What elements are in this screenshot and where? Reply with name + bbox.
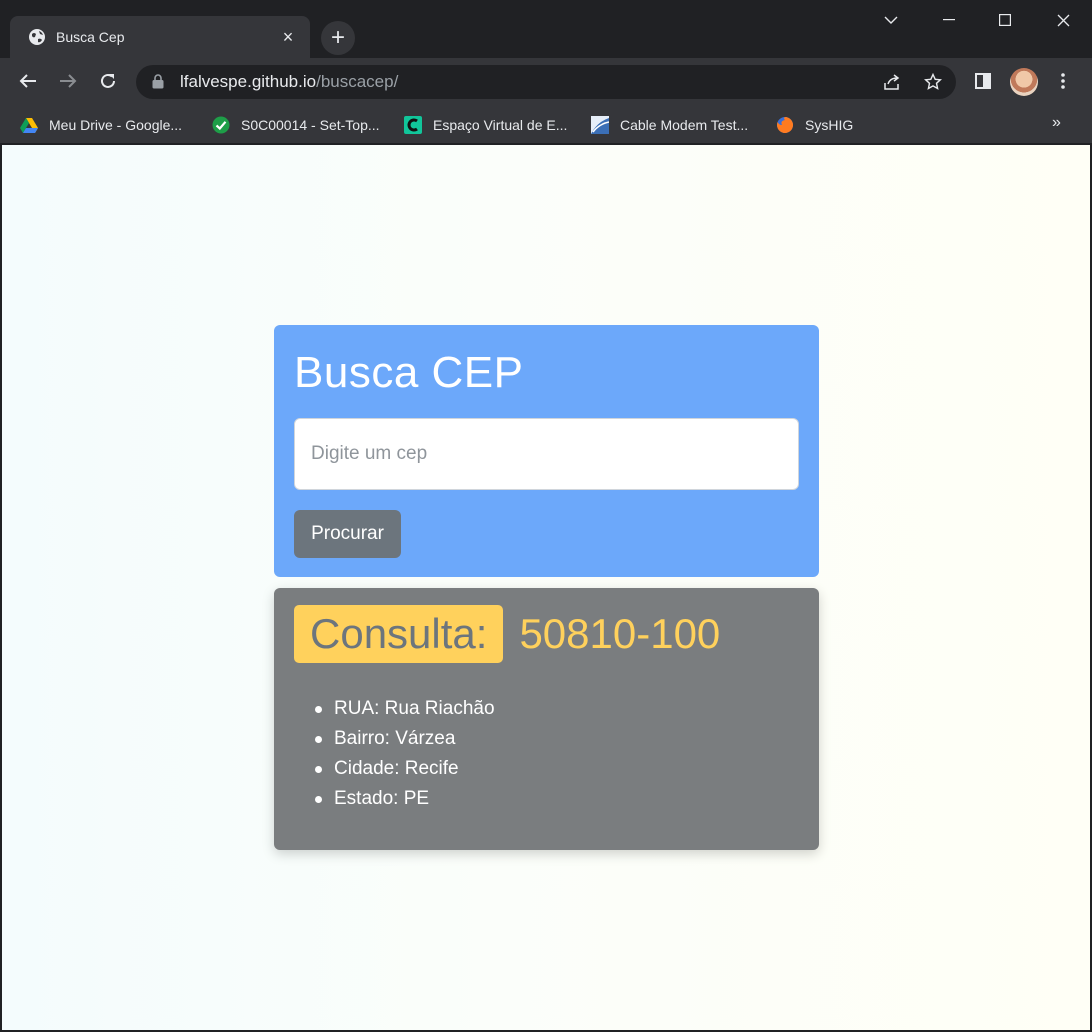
close-tab-icon[interactable]: × xyxy=(278,28,298,46)
search-card: Busca CEP Procurar xyxy=(274,325,819,577)
cable-modem-icon xyxy=(591,116,609,134)
check-circle-icon xyxy=(212,116,230,134)
url-path: /buscacep/ xyxy=(316,72,399,91)
side-panel-icon[interactable] xyxy=(967,65,999,97)
cep-input[interactable] xyxy=(294,418,799,490)
lock-icon[interactable] xyxy=(152,74,166,90)
bookmark-item[interactable]: Meu Drive - Google... xyxy=(20,112,182,138)
forward-icon[interactable] xyxy=(52,65,84,97)
list-item-bairro: Bairro: Várzea xyxy=(315,724,799,754)
page-title: Busca CEP xyxy=(294,348,524,397)
address-bar[interactable]: lfalvespe.github.io/buscacep/ xyxy=(136,65,956,99)
list-item-rua: RUA: Rua Riachão xyxy=(315,694,799,724)
browser-titlebar: Busca Cep × + xyxy=(0,0,1092,58)
reload-icon[interactable] xyxy=(92,65,124,97)
share-icon[interactable] xyxy=(876,66,908,98)
url-domain: lfalvespe.github.io xyxy=(180,72,317,91)
cep-result-value: 50810-100 xyxy=(519,610,721,657)
bookmark-item[interactable]: Cable Modem Test... xyxy=(591,112,748,138)
browser-tab[interactable]: Busca Cep × xyxy=(10,16,310,58)
bookmark-item[interactable]: S0C00014 - Set-Top... xyxy=(212,112,380,138)
bookmark-label: Espaço Virtual de E... xyxy=(433,117,568,133)
page-content: Busca CEP Procurar Consulta: 50810-100 R… xyxy=(2,145,1090,1030)
tab-title: Busca Cep xyxy=(56,29,125,45)
profile-avatar[interactable] xyxy=(1010,68,1038,96)
bookmark-label: SysHIG xyxy=(805,117,854,133)
minimize-icon[interactable] xyxy=(920,0,978,40)
bookmarks-bar: Meu Drive - Google... S0C00014 - Set-Top… xyxy=(0,104,1092,144)
bookmark-label: Meu Drive - Google... xyxy=(49,117,183,133)
consulta-badge: Consulta: xyxy=(294,605,504,663)
globe-icon xyxy=(28,28,46,46)
search-button[interactable]: Procurar xyxy=(294,510,401,558)
list-item-cidade: Cidade: Recife xyxy=(315,754,799,784)
result-card: Consulta: 50810-100 RUA: Rua Riachão Bai… xyxy=(274,588,819,850)
close-window-icon[interactable] xyxy=(1034,0,1092,40)
bookmark-label: S0C00014 - Set-Top... xyxy=(241,117,380,133)
bookmark-item[interactable]: Espaço Virtual de E... xyxy=(404,112,567,138)
maximize-icon[interactable] xyxy=(976,0,1034,40)
tab-search-icon[interactable] xyxy=(862,0,920,40)
bookmark-star-icon[interactable] xyxy=(917,66,949,98)
new-tab-button[interactable]: + xyxy=(321,21,355,55)
bookmarks-overflow-button[interactable]: » xyxy=(1052,114,1061,132)
firefox-icon xyxy=(776,116,794,134)
google-drive-icon xyxy=(20,116,38,134)
list-item-estado: Estado: PE xyxy=(315,784,799,814)
back-icon[interactable] xyxy=(12,65,44,97)
result-header: Consulta: 50810-100 xyxy=(294,605,799,663)
menu-kebab-icon[interactable] xyxy=(1047,65,1079,97)
url-text[interactable]: lfalvespe.github.io/buscacep/ xyxy=(180,72,398,92)
bookmark-label: Cable Modem Test... xyxy=(620,117,749,133)
address-details-list: RUA: Rua Riachão Bairro: Várzea Cidade: … xyxy=(294,694,799,814)
bookmark-item[interactable]: SysHIG xyxy=(776,112,853,138)
c-logo-icon xyxy=(404,116,422,134)
browser-toolbar: lfalvespe.github.io/buscacep/ xyxy=(0,58,1092,104)
